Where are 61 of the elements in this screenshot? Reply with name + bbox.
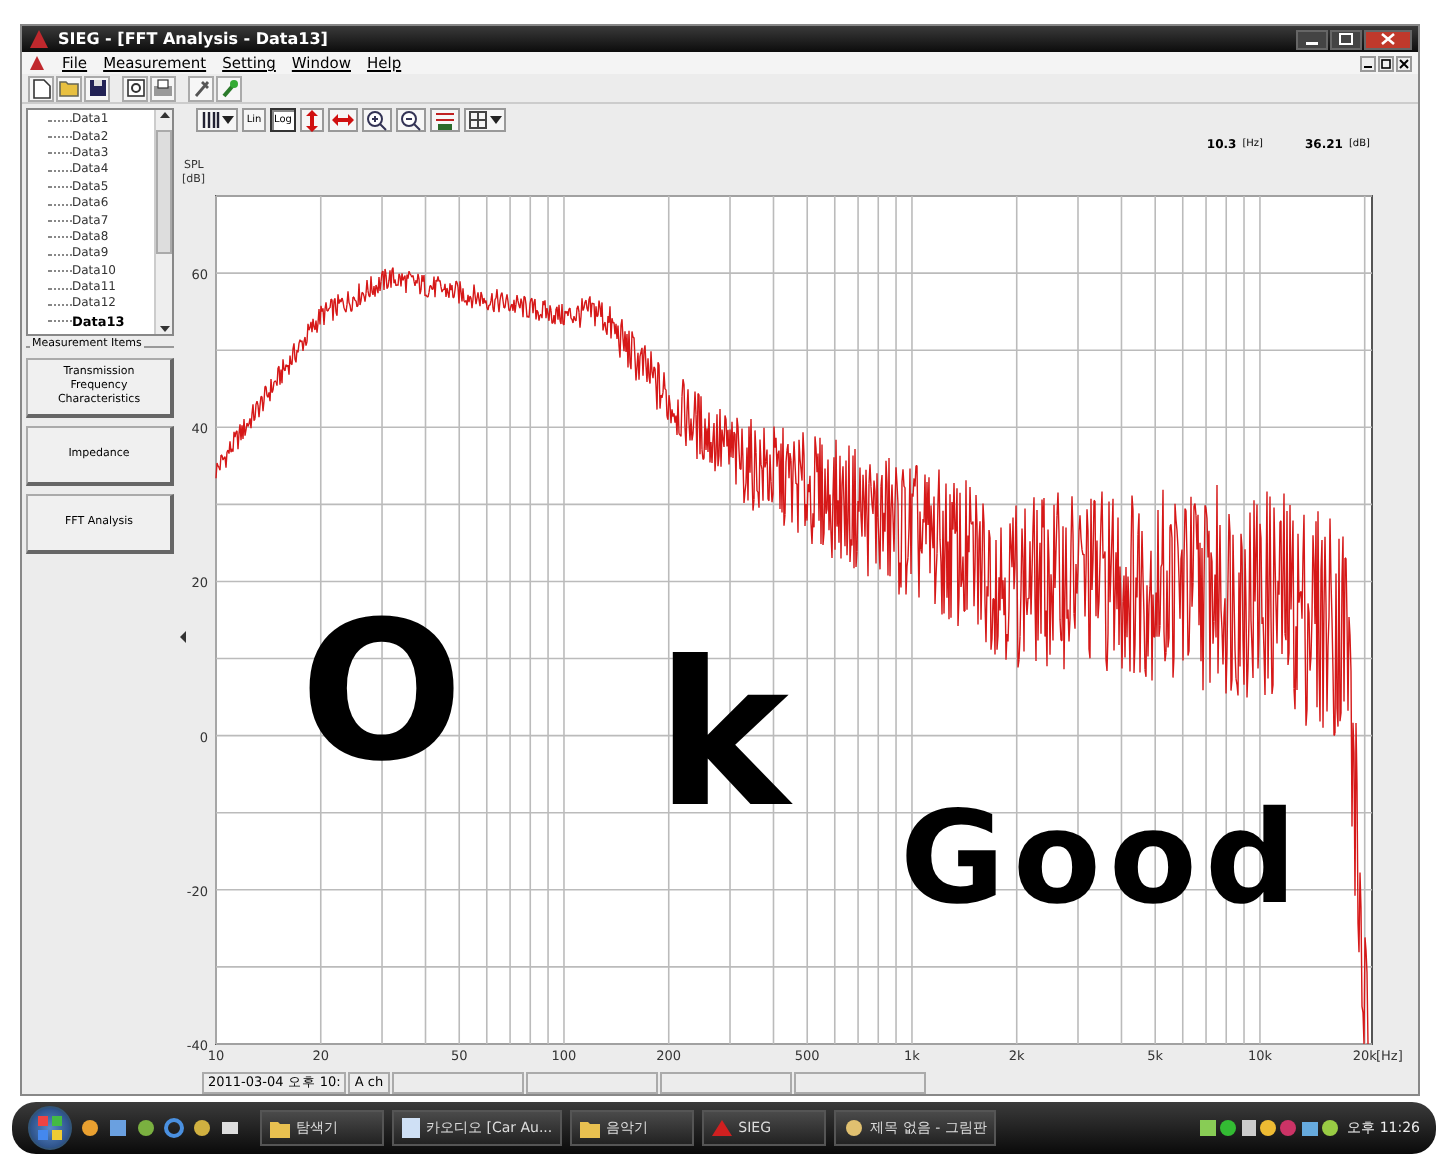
- start-button[interactable]: [28, 1106, 72, 1150]
- restore-icon: [1380, 57, 1392, 69]
- lines-icon: [433, 109, 456, 132]
- close-button[interactable]: [1396, 55, 1412, 71]
- scroll-up-icon[interactable]: [157, 110, 171, 120]
- status-panel: [525, 1072, 658, 1094]
- handwritten-text: O: [300, 596, 464, 788]
- print-button[interactable]: [150, 75, 176, 101]
- caret-icon: [489, 116, 502, 125]
- scrollbar[interactable]: [154, 110, 172, 334]
- new-button[interactable]: [28, 75, 54, 101]
- four-squares-icon: [36, 1114, 64, 1142]
- folder-icon: [58, 78, 80, 98]
- app-icon[interactable]: [192, 1118, 212, 1138]
- zoom-in-icon: [365, 109, 388, 132]
- zoom-out-button[interactable]: [395, 108, 426, 133]
- status-panel: [659, 1072, 792, 1094]
- triangle-logo-icon: [28, 28, 50, 50]
- triangle-logo-icon: [712, 1118, 733, 1138]
- save-button[interactable]: [84, 75, 110, 101]
- triangle-logo-icon: [28, 54, 46, 72]
- status-panel: [391, 1072, 524, 1094]
- restore-button[interactable]: [1378, 55, 1394, 71]
- maximize-icon: [1338, 32, 1354, 46]
- grid-icon: [467, 110, 488, 131]
- close-icon: [1398, 57, 1410, 69]
- close-button[interactable]: [1364, 29, 1412, 49]
- zoom-in-button[interactable]: [361, 108, 392, 133]
- window-title: SIEG - [FFT Analysis - Data13]: [58, 30, 328, 48]
- handwritten-text: Good: [900, 796, 1305, 924]
- vertical-arrow-icon: [303, 109, 320, 132]
- caret-icon: [222, 116, 234, 125]
- horizontal-zoom-button[interactable]: [327, 108, 358, 133]
- folder-icon: [580, 1119, 601, 1137]
- horizontal-arrow-icon: [331, 112, 354, 129]
- minimize-button[interactable]: [1360, 55, 1376, 71]
- browser-icon[interactable]: [164, 1118, 184, 1138]
- minimize-button[interactable]: [1296, 29, 1328, 49]
- status-panel: [793, 1072, 926, 1094]
- maximize-button[interactable]: [1330, 29, 1362, 49]
- probe-button[interactable]: [216, 75, 242, 101]
- chart-settings-button[interactable]: [429, 108, 460, 133]
- preview-button[interactable]: [122, 75, 148, 101]
- bars-icon: [200, 110, 220, 131]
- bars-button[interactable]: [196, 108, 238, 133]
- document-icon: [402, 1118, 420, 1138]
- grid-button[interactable]: [463, 108, 506, 133]
- window-icon[interactable]: [220, 1118, 240, 1138]
- page-icon: [31, 77, 51, 99]
- vertical-zoom-button[interactable]: [299, 108, 324, 133]
- folder-icon: [270, 1119, 290, 1137]
- printer-icon: [152, 78, 174, 98]
- close-icon: [1380, 32, 1396, 46]
- open-button[interactable]: [56, 75, 82, 101]
- tools-button[interactable]: [188, 75, 214, 101]
- scroll-down-icon[interactable]: [157, 324, 171, 334]
- zoom-out-icon: [399, 109, 422, 132]
- collapse-arrow-icon[interactable]: [178, 629, 188, 643]
- handwritten-text: k: [656, 636, 790, 836]
- wrench-icon: [191, 78, 211, 98]
- tray-icons-drawing[interactable]: [1199, 1118, 1340, 1138]
